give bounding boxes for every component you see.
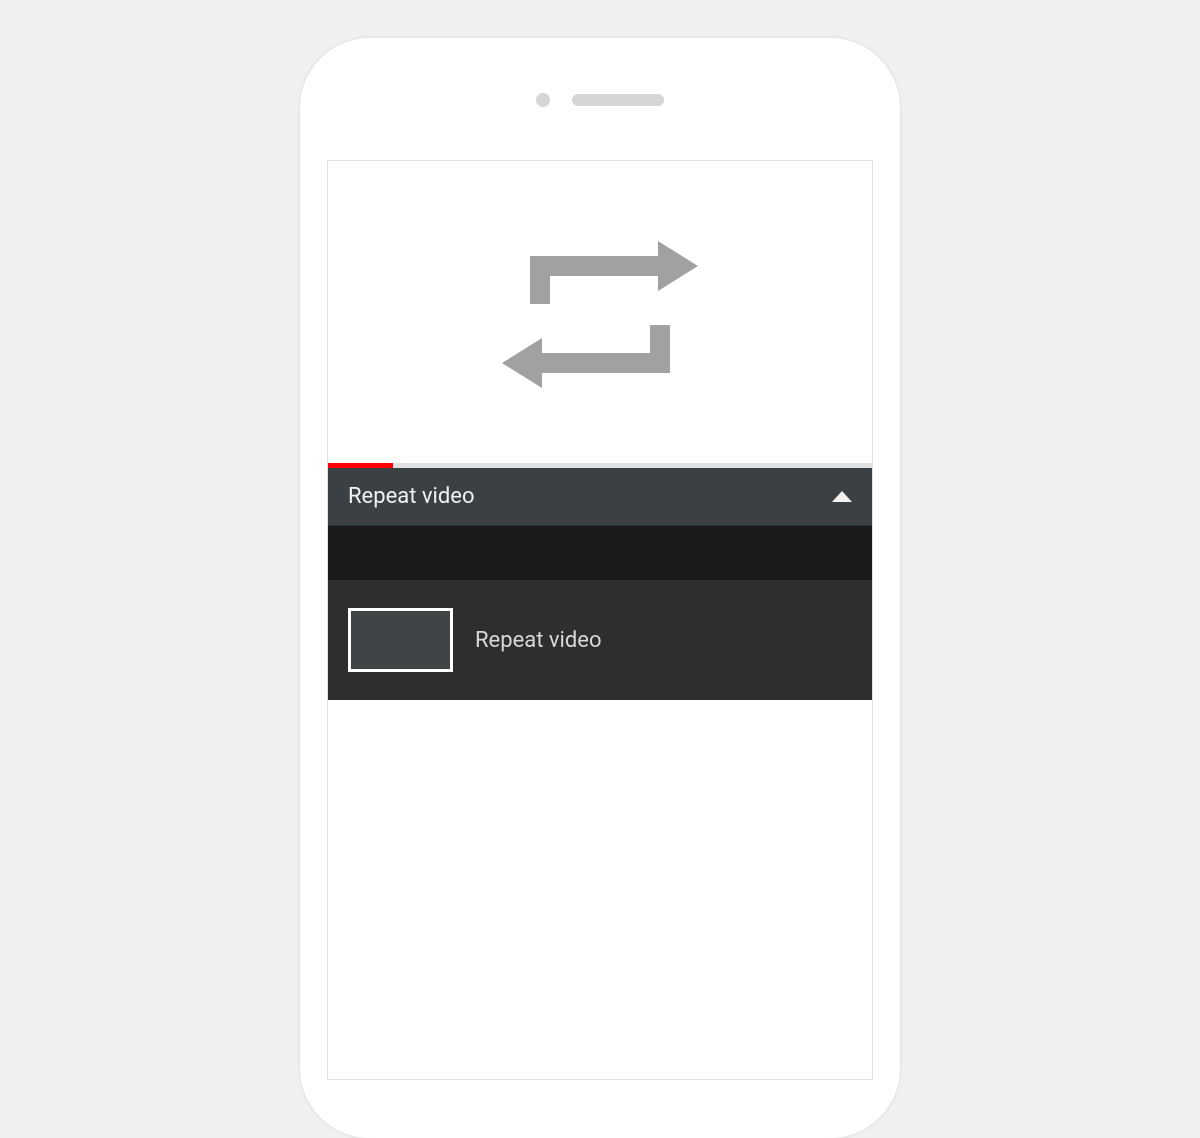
phone-camera-dot — [536, 93, 550, 107]
video-progress-track[interactable] — [328, 463, 872, 468]
phone-frame: Repeat video Repeat video — [300, 38, 900, 1138]
phone-top-bar — [536, 93, 664, 107]
phone-screen: Repeat video Repeat video — [327, 160, 873, 1080]
video-player-area[interactable] — [328, 161, 872, 468]
collapse-up-icon — [832, 491, 852, 502]
playlist-spacer — [328, 526, 872, 580]
playlist-item[interactable]: Repeat video — [328, 580, 872, 700]
video-progress-fill — [328, 463, 393, 468]
playlist-item-label: Repeat video — [475, 628, 602, 653]
phone-speaker-slot — [572, 94, 664, 106]
repeat-icon — [490, 227, 710, 402]
playlist-item-thumbnail — [348, 608, 453, 672]
playlist-header[interactable]: Repeat video — [328, 468, 872, 526]
playlist-header-title: Repeat video — [348, 484, 475, 509]
